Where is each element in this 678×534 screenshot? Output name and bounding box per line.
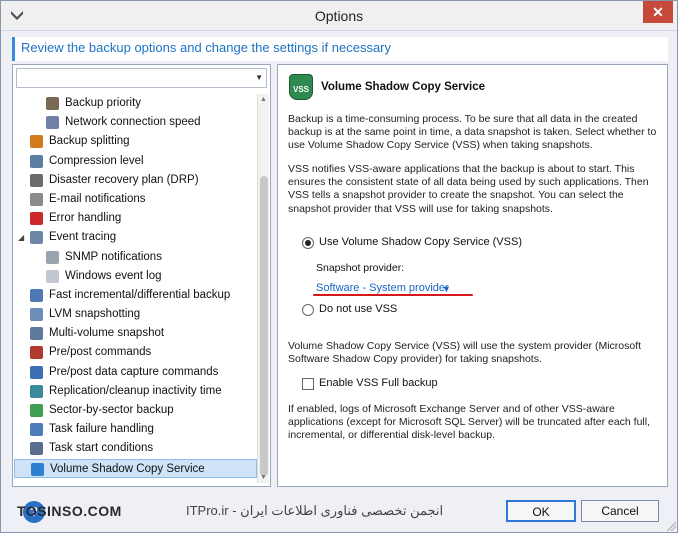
- email-icon: [30, 192, 43, 206]
- tree-item[interactable]: E-mail notifications: [14, 190, 257, 209]
- tree-item[interactable]: LVM snapshotting: [14, 305, 257, 324]
- scroll-up-icon[interactable]: ▲: [260, 96, 267, 103]
- scroll-down-icon[interactable]: ▼: [260, 474, 267, 481]
- dropdown-arrow-icon[interactable]: ▼: [442, 284, 451, 294]
- settings-panel: VSS Volume Shadow Copy Service Backup is…: [277, 64, 668, 487]
- tree-item[interactable]: Multi-volume snapshot: [14, 324, 257, 343]
- watermark-right: ITPro.ir - انجمن تخصصی فناوری اطلاعات ای…: [186, 503, 444, 518]
- drp-icon: [30, 173, 43, 187]
- use-vss-label[interactable]: Use Volume Shadow Copy Service (VSS): [319, 236, 522, 248]
- tree-item[interactable]: Task failure handling: [14, 420, 257, 439]
- tree-item-label: E-mail notifications: [49, 192, 146, 205]
- tree-item[interactable]: Backup priority: [14, 94, 257, 113]
- tree-item-label: LVM snapshotting: [49, 308, 141, 321]
- tree-item[interactable]: Compression level: [14, 152, 257, 171]
- tree-item[interactable]: Network connection speed: [14, 113, 257, 132]
- event-tracing-icon: [30, 231, 43, 245]
- replication-icon: [30, 384, 43, 398]
- dialog-footer: ? TOSINSO.COM ITPro.ir - انجمن تخصصی فنا…: [1, 493, 678, 534]
- tree-item[interactable]: Windows event log: [14, 267, 257, 286]
- error-icon: [30, 212, 43, 226]
- tree-item[interactable]: SNMP notifications: [14, 248, 257, 267]
- tree-item-label: Pre/post commands: [49, 346, 152, 359]
- ok-button[interactable]: OK: [506, 500, 576, 522]
- category-filter-combo[interactable]: ▼: [16, 68, 267, 88]
- highlight-underline: [313, 294, 473, 296]
- vss-shield-icon: VSS: [289, 74, 313, 100]
- snapshot-provider-label: Snapshot provider:: [316, 262, 405, 274]
- tree-item[interactable]: ◢ Event tracing: [14, 228, 257, 247]
- lvm-icon: [30, 308, 43, 322]
- expand-toggle-icon[interactable]: ◢: [18, 228, 24, 247]
- tree-scrollbar[interactable]: ▲ ▼: [257, 94, 269, 483]
- tree-item[interactable]: Error handling: [14, 209, 257, 228]
- tree-item[interactable]: Fast incremental/differential backup: [14, 286, 257, 305]
- tree-item[interactable]: Pre/post data capture commands: [14, 363, 257, 382]
- tree-item-label: Backup priority: [65, 97, 142, 109]
- title-bar[interactable]: Options ✕: [1, 1, 677, 31]
- task-failure-icon: [30, 423, 43, 437]
- vss-full-backup-checkbox[interactable]: [302, 378, 314, 390]
- snapshot-provider-dropdown[interactable]: Software - System provider: [316, 282, 449, 294]
- instruction-banner: Review the backup options and change the…: [12, 37, 668, 61]
- tree-item-label: Sector-by-sector backup: [49, 404, 174, 416]
- event-log-icon: [46, 269, 59, 283]
- commands-icon: [30, 346, 43, 360]
- tree-item-label: Multi-volume snapshot: [49, 327, 165, 340]
- tree-item-label: Windows event log: [65, 269, 162, 282]
- tree-item[interactable]: Task start conditions: [14, 439, 257, 458]
- fast-backup-icon: [30, 288, 43, 302]
- tree-item-label: SNMP notifications: [65, 250, 162, 263]
- tree-item-label: Pre/post data capture commands: [49, 365, 219, 378]
- tree-item-label: Event tracing: [49, 231, 117, 244]
- no-vss-label[interactable]: Do not use VSS: [319, 303, 397, 315]
- tree-item-label: Task start conditions: [49, 442, 154, 455]
- description-paragraph-2: VSS notifies VSS-aware applications that…: [288, 163, 649, 215]
- tree-item-label: Disaster recovery plan (DRP): [49, 173, 199, 186]
- snmp-icon: [46, 250, 59, 264]
- tree-item[interactable]: Pre/post commands: [14, 343, 257, 362]
- resize-grip[interactable]: [666, 521, 676, 531]
- section-title: Volume Shadow Copy Service: [321, 81, 486, 93]
- tree-item[interactable]: Sector-by-sector backup: [14, 401, 257, 420]
- tree-item-label: Error handling: [49, 212, 122, 225]
- priority-icon: [46, 97, 59, 110]
- tree-item-label: Replication/cleanup inactivity time: [49, 384, 222, 397]
- tree-item-label: Network connection speed: [65, 116, 201, 129]
- options-dialog: Options ✕ Review the backup options and …: [0, 0, 678, 533]
- watermark-left: TOSINSO.COM: [17, 503, 122, 519]
- network-icon: [46, 116, 59, 130]
- tree-item-label: Volume Shadow Copy Service: [50, 462, 205, 475]
- multi-volume-icon: [30, 327, 43, 341]
- description-paragraph-1: Backup is a time-consuming process. To b…: [288, 113, 657, 152]
- options-tree-panel: ▼ Backup priority Network connection spee…: [12, 64, 271, 487]
- task-start-icon: [30, 442, 43, 456]
- tree-item[interactable]: Backup splitting: [14, 132, 257, 151]
- tree-item-label: Backup splitting: [49, 135, 130, 148]
- options-tree: Backup priority Network connection speed B…: [14, 94, 257, 483]
- close-button[interactable]: ✕: [643, 1, 673, 23]
- tree-item[interactable]: Volume Shadow Copy Service: [14, 458, 257, 478]
- chevron-down-icon[interactable]: ▼: [255, 73, 263, 82]
- compression-icon: [30, 154, 43, 168]
- tree-item-label: Fast incremental/differential backup: [49, 288, 231, 301]
- no-vss-radio[interactable]: [302, 304, 314, 316]
- cancel-button[interactable]: Cancel: [581, 500, 659, 522]
- tree-item[interactable]: Disaster recovery plan (DRP): [14, 171, 257, 190]
- tree-item-label: Compression level: [49, 154, 144, 167]
- sector-icon: [30, 404, 43, 417]
- vss-icon: [31, 462, 44, 476]
- vss-full-backup-label[interactable]: Enable VSS Full backup: [319, 377, 438, 389]
- tree-item[interactable]: Replication/cleanup inactivity time: [14, 382, 257, 401]
- use-vss-radio[interactable]: [302, 237, 314, 249]
- description-paragraph-3: Volume Shadow Copy Service (VSS) will us…: [288, 340, 642, 366]
- split-icon: [30, 135, 43, 149]
- description-paragraph-4: If enabled, logs of Microsoft Exchange S…: [288, 403, 651, 442]
- capture-commands-icon: [30, 365, 43, 379]
- tree-item-label: Task failure handling: [49, 423, 154, 436]
- window-title: Options: [314, 8, 364, 24]
- scroll-thumb[interactable]: [260, 176, 268, 476]
